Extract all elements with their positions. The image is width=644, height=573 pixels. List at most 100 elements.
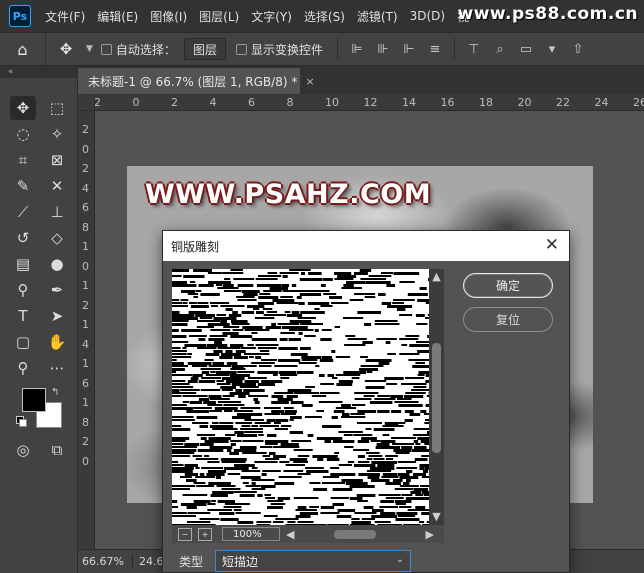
filter-preview[interactable] <box>172 269 429 525</box>
align-left-icon[interactable]: ⊫ <box>347 42 367 57</box>
marquee-tool-icon[interactable]: ⬚ <box>44 96 70 120</box>
move-tool-icon[interactable]: ✥ <box>10 96 36 120</box>
stamp-tool-icon[interactable]: ⊥ <box>44 200 70 224</box>
reset-button[interactable]: 复位 <box>463 307 553 332</box>
foreground-color-swatch[interactable] <box>22 388 46 412</box>
preview-stroke <box>188 335 207 337</box>
preview-stroke <box>319 392 340 394</box>
ruler-tick-label: 0 <box>82 142 89 156</box>
menu-select[interactable]: 选择(S) <box>298 8 351 25</box>
preview-stroke <box>257 383 275 386</box>
workspace-icon[interactable]: ▭ <box>516 42 536 57</box>
menu-image[interactable]: 图像(I) <box>144 8 193 25</box>
healing-brush-icon[interactable]: ✕ <box>44 174 70 198</box>
menu-edit[interactable]: 编辑(E) <box>91 8 144 25</box>
preview-stroke <box>200 389 221 391</box>
blur-tool-icon[interactable]: ● <box>44 252 70 276</box>
close-icon[interactable]: × <box>305 75 314 88</box>
menu-file[interactable]: 文件(F) <box>39 8 91 25</box>
preview-stroke <box>172 419 195 421</box>
brush-tool-icon[interactable]: ⟋ <box>10 200 36 224</box>
checkbox-box[interactable] <box>235 43 247 55</box>
menu-filter[interactable]: 滤镜(T) <box>351 8 404 25</box>
ok-button[interactable]: 确定 <box>463 273 553 298</box>
preview-stroke <box>172 317 198 320</box>
magic-wand-icon[interactable]: ✧ <box>44 122 70 146</box>
preview-stroke <box>291 284 297 287</box>
default-colors-icon[interactable] <box>16 416 27 427</box>
document-tab[interactable]: 未标题-1 @ 66.7% (图层 1, RGB/8) * × <box>78 68 315 94</box>
preview-stroke <box>377 464 395 467</box>
chevron-down-icon[interactable]: ▼ <box>86 44 93 54</box>
preview-stroke <box>240 476 261 479</box>
preview-stroke <box>237 434 258 437</box>
preview-stroke <box>182 401 189 403</box>
menu-3d[interactable]: 3D(D) <box>404 9 451 23</box>
preview-zoom-value[interactable]: 100% <box>222 527 280 541</box>
preview-stroke <box>399 353 420 355</box>
layer-select-dropdown[interactable]: 图层 <box>183 38 226 60</box>
status-zoom[interactable]: 66.67% <box>78 555 133 568</box>
share-icon[interactable]: ⇧ <box>568 42 588 57</box>
dodge-tool-icon[interactable]: ⚲ <box>10 278 36 302</box>
scroll-left-icon[interactable]: ◀ <box>286 528 294 541</box>
preview-stroke <box>300 347 311 350</box>
history-brush-icon[interactable]: ↺ <box>10 226 36 250</box>
move-tool-icon[interactable]: ✥ <box>46 40 86 58</box>
checkbox-box[interactable] <box>100 43 112 55</box>
zoom-out-icon[interactable]: − <box>178 527 192 541</box>
zoom-in-icon[interactable]: + <box>198 527 212 541</box>
preview-stroke <box>172 467 194 470</box>
zoom-tool-icon[interactable]: ⚲ <box>10 356 36 380</box>
distribute-icon[interactable]: ≡ <box>425 42 445 57</box>
lasso-tool-icon[interactable]: ◌ <box>10 122 36 146</box>
close-icon[interactable]: ✕ <box>545 235 559 255</box>
crop-tool-icon[interactable]: ⌗ <box>10 148 36 172</box>
preview-stroke <box>317 458 324 461</box>
scroll-down-icon[interactable]: ▼ <box>431 511 442 523</box>
chevron-down-icon[interactable]: ▾ <box>542 42 562 57</box>
menu-type[interactable]: 文字(Y) <box>245 8 298 25</box>
preview-stroke <box>235 512 261 514</box>
preview-stroke <box>172 425 182 427</box>
preview-stroke <box>417 374 425 376</box>
shape-tool-icon[interactable]: ▢ <box>10 330 36 354</box>
type-select[interactable]: 短描边 ⌄ <box>215 550 412 572</box>
path-select-icon[interactable]: ➤ <box>44 304 70 328</box>
preview-stroke <box>319 374 325 377</box>
scroll-thumb[interactable] <box>334 530 376 539</box>
preview-vertical-scrollbar[interactable]: ▲ ▼ <box>429 269 444 525</box>
align-top-icon[interactable]: ⊤ <box>464 42 484 57</box>
align-center-icon[interactable]: ⊪ <box>373 42 393 57</box>
show-transform-checkbox[interactable]: 显示变换控件 <box>235 41 323 58</box>
gradient-tool-icon[interactable]: ▤ <box>10 252 36 276</box>
preview-stroke <box>330 497 349 499</box>
preview-stroke <box>410 491 422 494</box>
panel-collapse-icon[interactable]: « <box>0 66 78 78</box>
scroll-thumb[interactable] <box>432 343 441 453</box>
divider <box>453 38 455 60</box>
quick-mask-icon[interactable]: ◎ <box>10 438 36 462</box>
hand-tool-icon[interactable]: ✋ <box>44 330 70 354</box>
swap-colors-icon[interactable]: ↰ <box>51 387 59 398</box>
type-tool-icon[interactable]: T <box>10 304 36 328</box>
preview-stroke <box>347 461 355 463</box>
menu-layer[interactable]: 图层(L) <box>193 8 245 25</box>
pen-tool-icon[interactable]: ✒ <box>44 278 70 302</box>
preview-stroke <box>358 461 370 463</box>
scroll-up-icon[interactable]: ▲ <box>431 271 442 283</box>
more-tools-icon[interactable]: ⋯ <box>44 356 70 380</box>
preview-stroke <box>399 281 415 283</box>
eyedropper-icon[interactable]: ✎ <box>10 174 36 198</box>
home-icon[interactable]: ⌂ <box>0 33 46 65</box>
search-icon[interactable]: ⌕ <box>490 42 510 57</box>
ruler-tick-label: 14 <box>402 96 416 109</box>
align-right-icon[interactable]: ⊩ <box>399 42 419 57</box>
screen-mode-icon[interactable]: ⧉ <box>44 438 70 462</box>
ruler-tick-label: 2 <box>95 96 101 109</box>
preview-horizontal-scrollbar[interactable]: ◀ ▶ <box>286 526 434 542</box>
auto-select-checkbox[interactable]: 自动选择： <box>100 41 176 58</box>
frame-tool-icon[interactable]: ⊠ <box>44 148 70 172</box>
scroll-right-icon[interactable]: ▶ <box>426 528 434 541</box>
eraser-tool-icon[interactable]: ◇ <box>44 226 70 250</box>
